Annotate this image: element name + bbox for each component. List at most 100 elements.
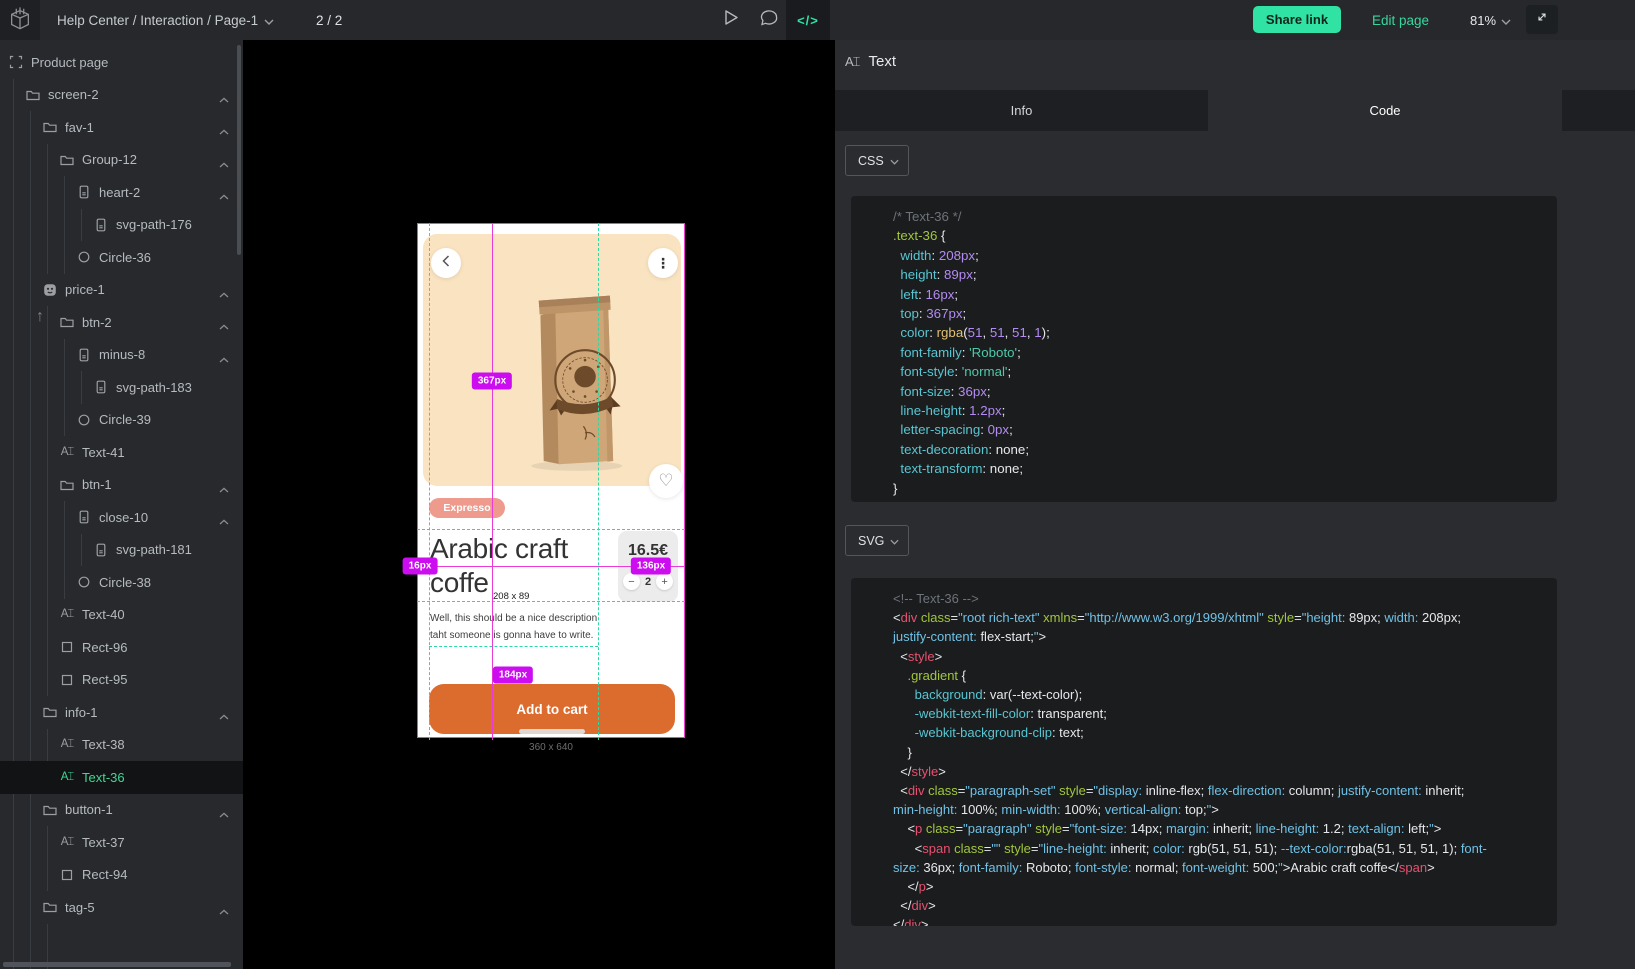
tree-item-tag-5[interactable]: tag-5 <box>0 891 243 924</box>
breadcrumb[interactable]: Help Center / Interaction / Page-1 <box>57 0 274 40</box>
chevron-up-icon[interactable] <box>219 351 229 366</box>
chevron-up-icon[interactable] <box>219 123 229 138</box>
tree-item-text-41[interactable]: A⌶Text-41 <box>0 436 243 469</box>
tree-indent-guide <box>47 469 48 502</box>
tree-indent-guide <box>30 534 31 567</box>
tree-item-svg-path-176[interactable]: svg-path-176 <box>0 209 243 242</box>
tree-item-text-40[interactable]: A⌶Text-40 <box>0 599 243 632</box>
chevron-down-icon <box>890 534 899 548</box>
svg-dropdown-value: SVG <box>858 534 884 548</box>
tree-item-heart-2[interactable]: heart-2 <box>0 176 243 209</box>
tree-indent-guide <box>47 599 48 632</box>
chevron-up-icon[interactable] <box>219 513 229 528</box>
code-line: left: 16px; <box>893 285 1539 304</box>
chevron-up-icon[interactable] <box>219 806 229 821</box>
chevron-up-icon[interactable] <box>219 318 229 333</box>
tree-item-svg-path-181[interactable]: svg-path-181 <box>0 534 243 567</box>
tree-item-btn-1[interactable]: btn-1 <box>0 469 243 502</box>
tree-item-svg-path-183[interactable]: svg-path-183 <box>0 371 243 404</box>
tree-indent-guide <box>30 501 31 534</box>
tree-indent-guide <box>30 631 31 664</box>
chevron-up-icon[interactable] <box>219 286 229 301</box>
tree-indent-guide <box>47 176 48 209</box>
code-line: /* Text-36 */ <box>893 207 1539 226</box>
chevron-left-icon <box>442 254 450 272</box>
tree-item-price-1[interactable]: price-1 <box>0 274 243 307</box>
tree-item-circle-39[interactable]: Circle-39 <box>0 404 243 437</box>
app-logo[interactable] <box>0 0 40 40</box>
css-format-dropdown[interactable]: CSS <box>845 145 909 176</box>
svg-format-dropdown[interactable]: SVG <box>845 525 909 556</box>
tree-indent-guide <box>64 176 65 209</box>
comment-icon <box>760 10 778 31</box>
tree-item-label: fav-1 <box>65 120 94 135</box>
circle-icon <box>76 250 92 265</box>
increase-quantity-button[interactable]: + <box>656 573 673 590</box>
guide-horizontal-lower <box>429 646 598 647</box>
chevron-up-icon[interactable] <box>219 188 229 203</box>
tree-item-text-36[interactable]: A⌶Text-36 <box>0 761 243 794</box>
chevron-up-icon[interactable] <box>219 708 229 723</box>
tree-indent-guide <box>64 534 65 567</box>
css-code-block[interactable]: /* Text-36 */.text-36 { width: 208px; he… <box>851 196 1557 502</box>
code-button[interactable]: </> <box>786 0 830 40</box>
back-button[interactable] <box>431 248 461 278</box>
tree-item-close-10[interactable]: close-10 <box>0 501 243 534</box>
chevron-up-icon[interactable] <box>219 903 229 918</box>
tree-item-label: Circle-36 <box>99 250 151 265</box>
code-line: </style> <box>893 762 1539 781</box>
text-icon: A⌶ <box>59 737 75 752</box>
add-to-cart-button[interactable]: Add to cart <box>429 684 675 734</box>
share-link-button[interactable]: Share link <box>1253 6 1341 33</box>
comment-button[interactable] <box>752 0 786 40</box>
edit-page-link[interactable]: Edit page <box>1372 0 1429 40</box>
tree-item-rect-96[interactable]: Rect-96 <box>0 631 243 664</box>
chevron-up-icon[interactable] <box>219 481 229 496</box>
measurement-badge-left: 16px <box>403 558 438 575</box>
code-line: <p class="paragraph" style="font-size: 1… <box>893 819 1539 838</box>
zoom-control[interactable]: 81% <box>1470 0 1511 40</box>
sidebar-vertical-scrollbar[interactable] <box>237 45 241 255</box>
tree-item-minus-8[interactable]: minus-8 <box>0 339 243 372</box>
tree-indent-guide <box>30 469 31 502</box>
canvas[interactable]: ⋮ ♡ Expresso Arabic craft coffe 208 x 89… <box>243 40 835 969</box>
frame-size-label: 360 x 640 <box>417 742 685 753</box>
tree-item-rect-94[interactable]: Rect-94 <box>0 859 243 892</box>
chevron-up-icon[interactable] <box>219 91 229 106</box>
tree-item-info-1[interactable]: info-1 <box>0 696 243 729</box>
tree-indent-guide <box>47 501 48 534</box>
tree-indent-guide <box>13 176 14 209</box>
tab-code[interactable]: Code <box>1208 90 1562 131</box>
tree-item-circle-38[interactable]: Circle-38 <box>0 566 243 599</box>
svg-code-block[interactable]: <!-- Text-36 --><div class="root rich-te… <box>851 578 1557 926</box>
favorite-button[interactable]: ♡ <box>649 464 683 498</box>
menu-button[interactable]: ⋮ <box>648 248 678 278</box>
phone-frame[interactable]: ⋮ ♡ Expresso Arabic craft coffe 208 x 89… <box>417 223 685 738</box>
circle-icon <box>76 412 92 427</box>
chevron-up-icon[interactable] <box>219 156 229 171</box>
tree-item-fav-1[interactable]: fav-1 <box>0 111 243 144</box>
play-button[interactable] <box>714 0 748 40</box>
product-image-block <box>423 234 681 486</box>
tree-item-text-37[interactable]: A⌶Text-37 <box>0 826 243 859</box>
sidebar-horizontal-scrollbar[interactable] <box>3 962 231 967</box>
code-line: } <box>893 743 1539 762</box>
tree-indent-guide <box>47 859 48 892</box>
tree-item-label: Text-36 <box>82 770 125 785</box>
tree-item-screen-2[interactable]: screen-2 <box>0 79 243 112</box>
tree-indent-guide <box>47 371 48 404</box>
fullscreen-button[interactable] <box>1526 5 1558 34</box>
rect-icon <box>59 672 75 687</box>
tree-item-product-page[interactable]: Product page <box>0 46 243 79</box>
tree-indent-guide <box>81 209 82 242</box>
frame-icon <box>8 55 24 70</box>
tree-item-rect-95[interactable]: Rect-95 <box>0 664 243 697</box>
tab-info[interactable]: Info <box>835 90 1208 131</box>
tree-item-group-12[interactable]: Group-12 <box>0 144 243 177</box>
tree-item-circle-36[interactable]: Circle-36 <box>0 241 243 274</box>
tree-indent-guide <box>30 826 31 859</box>
tree-item-button-1[interactable]: button-1 <box>0 794 243 827</box>
decrease-quantity-button[interactable]: − <box>623 573 640 590</box>
tree-item-text-38[interactable]: A⌶Text-38 <box>0 729 243 762</box>
tree-item-label: btn-2 <box>82 315 112 330</box>
